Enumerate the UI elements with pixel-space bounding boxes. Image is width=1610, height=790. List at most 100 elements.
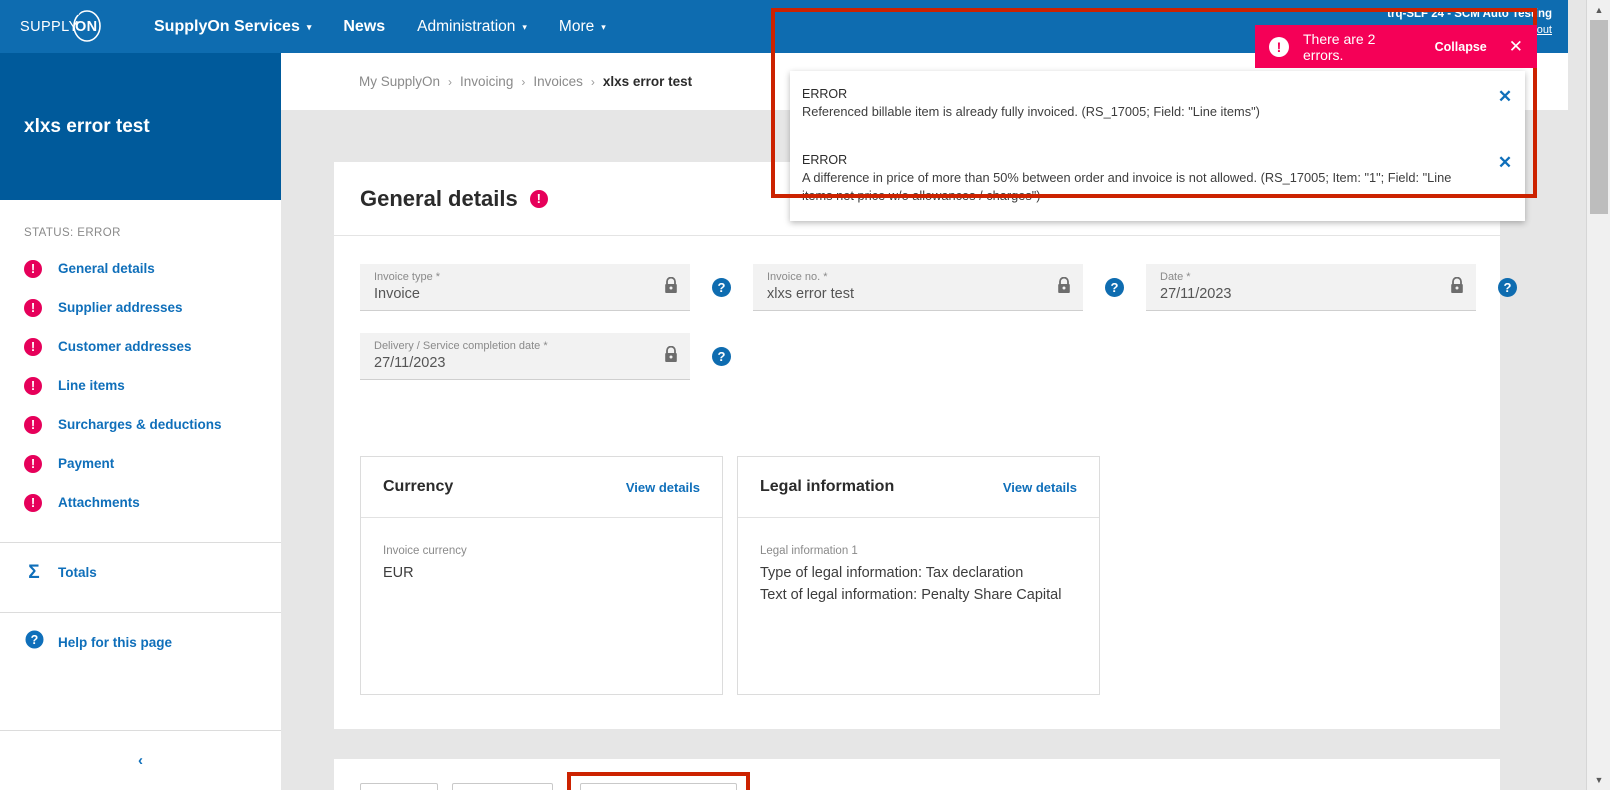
user-account-label: trq-SLF 24 - SCM Auto Testing (1387, 8, 1552, 20)
breadcrumb-item-invoices[interactable]: Invoices (533, 74, 583, 89)
svg-text:ON: ON (75, 19, 98, 35)
panel-field-value-type: Type of legal information: Tax declarati… (760, 565, 1024, 581)
error-text: ERROR A difference in price of more than… (802, 153, 1485, 206)
detail-panels: Currency View details Invoice currency E… (334, 402, 1500, 729)
error-icon: ! (529, 189, 548, 208)
nav-item-more[interactable]: More ▾ (543, 0, 622, 53)
chevron-down-icon: ▾ (601, 22, 606, 32)
field-label: Invoice no. * (767, 271, 828, 283)
field-group-delivery-date: Delivery / Service completion date * 27/… (360, 333, 731, 380)
view-details-link[interactable]: View details (1003, 480, 1077, 495)
top-nav-items: SupplyOn Services ▾ News Administration … (138, 0, 622, 53)
close-icon[interactable]: ✕ (1485, 87, 1525, 122)
page-title: General details (360, 185, 518, 211)
error-icon: ! (1269, 36, 1289, 57)
error-kind-label: ERROR (802, 152, 848, 167)
breadcrumb-item-my-supplyon[interactable]: My SupplyOn (359, 74, 440, 89)
error-toast: ! There are 2 errors. Collapse ✕ (1255, 25, 1537, 68)
error-kind-label: ERROR (802, 87, 848, 101)
breadcrumb-separator: › (448, 74, 453, 89)
sidebar-item-label: Totals (58, 565, 97, 580)
field-value: Invoice (374, 286, 420, 302)
sidebar-item-customer-addresses[interactable]: ! Customer addresses (0, 327, 281, 366)
sidebar-collapse-button[interactable]: ‹ (0, 730, 281, 790)
help-icon[interactable]: ? (1105, 278, 1124, 297)
sidebar-item-label: Supplier addresses (58, 300, 183, 315)
nav-label: SupplyOn Services (154, 17, 300, 35)
close-icon[interactable]: ✕ (1485, 153, 1525, 206)
nav-item-news[interactable]: News (327, 0, 401, 53)
date-field[interactable]: Date * 27/11/2023 (1146, 264, 1476, 311)
sidebar-item-label: Line items (58, 378, 125, 393)
lock-icon (1451, 277, 1463, 293)
collapse-button[interactable]: Collapse (1435, 40, 1487, 54)
revise-document-button[interactable]: Revise document (579, 783, 738, 790)
application-window: SUPPLY ON SupplyOn Services ▾ News Admin… (0, 0, 1610, 790)
nav-item-administration[interactable]: Administration ▾ (401, 0, 543, 53)
field-group-invoice-no: Invoice no. * xlxs error test ? (753, 264, 1124, 311)
sidebar-item-general-details[interactable]: ! General details (0, 249, 281, 288)
more-button[interactable]: More ▾ (452, 783, 553, 790)
sidebar-document-title: xlxs error test (24, 115, 150, 137)
sidebar-item-label: Help for this page (58, 635, 173, 650)
sidebar-item-label: Payment (58, 456, 115, 471)
panel-field-label: Legal information 1 (760, 545, 858, 557)
error-text: ERROR Referenced billable item is alread… (802, 87, 1485, 122)
field-label: Date * (1160, 271, 1191, 283)
error-icon: ! (24, 337, 42, 356)
panel-body: Invoice currency EUR (361, 518, 722, 694)
scrollbar-thumb[interactable] (1590, 20, 1608, 214)
field-value: 27/11/2023 (374, 355, 446, 371)
help-icon[interactable]: ? (1498, 278, 1517, 297)
currency-panel: Currency View details Invoice currency E… (360, 456, 723, 695)
scroll-up-arrow-icon[interactable]: ▲ (1587, 0, 1610, 20)
supplyon-logo[interactable]: SUPPLY ON (0, 0, 138, 53)
error-message-text: Referenced billable item is already full… (802, 104, 1260, 119)
back-button[interactable]: Back (360, 783, 439, 790)
sidebar-nav-list: ! General details ! Supplier addresses !… (0, 245, 281, 532)
field-label: Invoice type * (374, 271, 441, 283)
view-details-link[interactable]: View details (626, 480, 700, 495)
error-message-row: ERROR A difference in price of more than… (790, 137, 1525, 221)
invoice-type-field[interactable]: Invoice type * Invoice (360, 264, 690, 311)
vertical-scrollbar[interactable]: ▲ ▼ (1586, 0, 1610, 790)
nav-label: More (558, 17, 595, 35)
sidebar-item-totals[interactable]: Σ Totals (0, 543, 281, 602)
sidebar-item-label: Customer addresses (58, 339, 192, 354)
sidebar-item-attachments[interactable]: ! Attachments (0, 483, 281, 522)
form-fields: Invoice type * Invoice ? Invoice no. * x… (334, 236, 1517, 380)
chevron-down-icon: ▾ (306, 22, 312, 32)
delivery-service-completion-date-field[interactable]: Delivery / Service completion date * 27/… (360, 333, 690, 380)
sigma-icon: Σ (28, 561, 40, 583)
supplyon-logo-icon: SUPPLY ON (20, 9, 105, 42)
panel-body: Legal information 1 Type of legal inform… (738, 518, 1099, 694)
sidebar-item-line-items[interactable]: ! Line items (0, 366, 281, 405)
sidebar-item-label: Attachments (58, 495, 140, 510)
error-message-row: ERROR Referenced billable item is alread… (790, 71, 1525, 137)
form-row-1: Invoice type * Invoice ? Invoice no. * x… (360, 264, 1517, 311)
sidebar-item-surcharges-deductions[interactable]: ! Surcharges & deductions (0, 405, 281, 444)
sidebar-item-payment[interactable]: ! Payment (0, 444, 281, 483)
status-badge: STATUS: ERROR (24, 227, 121, 239)
sidebar-header: xlxs error test (0, 53, 281, 200)
panel-field-label: Invoice currency (383, 545, 467, 557)
scroll-down-arrow-icon[interactable]: ▼ (1587, 770, 1610, 790)
nav-item-supplyon-services[interactable]: SupplyOn Services ▾ (138, 0, 327, 53)
field-value: 27/11/2023 (1160, 286, 1232, 302)
error-icon: ! (24, 298, 42, 317)
sidebar-item-supplier-addresses[interactable]: ! Supplier addresses (0, 288, 281, 327)
field-label: Delivery / Service completion date * (374, 340, 548, 352)
panel-header: Currency View details (361, 457, 722, 518)
error-icon: ! (24, 376, 42, 395)
sidebar-item-help[interactable]: ? Help for this page (0, 613, 281, 672)
breadcrumb-separator: › (521, 74, 526, 89)
help-icon[interactable]: ? (712, 347, 731, 366)
panel-title: Legal information (760, 478, 895, 495)
toast-message: There are 2 errors. (1303, 30, 1376, 63)
close-icon[interactable]: ✕ (1509, 37, 1523, 57)
invoice-no-field[interactable]: Invoice no. * xlxs error test (753, 264, 1083, 311)
error-icon: ! (24, 259, 42, 278)
breadcrumb-item-invoicing[interactable]: Invoicing (460, 74, 513, 89)
help-icon[interactable]: ? (712, 278, 731, 297)
sidebar: xlxs error test STATUS: ERROR ! General … (0, 53, 281, 790)
